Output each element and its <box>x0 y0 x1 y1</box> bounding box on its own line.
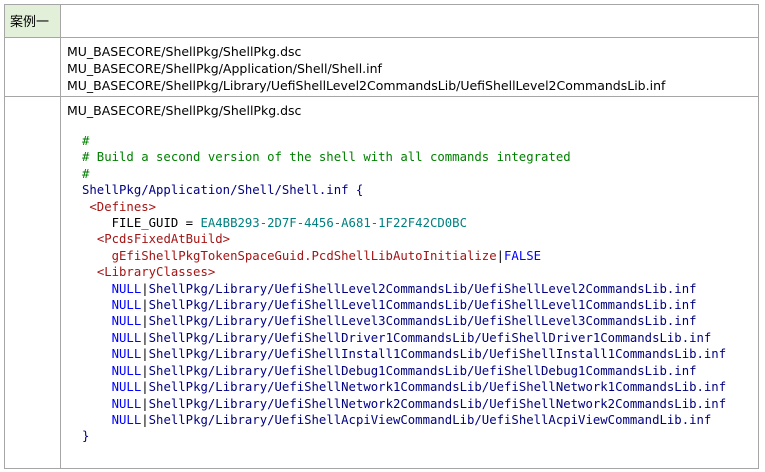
code-lib-path: ShellPkg/Library/UefiShellLevel3Commands… <box>148 314 697 329</box>
code-lib-path: ShellPkg/Library/UefiShellLevel2Commands… <box>148 281 697 296</box>
file-path: MU_BASECORE/ShellPkg/Application/Shell/S… <box>67 61 382 76</box>
code-row: MU_BASECORE/ShellPkg/ShellPkg.dsc # # Bu… <box>5 97 758 468</box>
code-label-cell <box>5 97 61 468</box>
code-lib-prefix: NULL <box>111 396 142 411</box>
files-row: MU_BASECORE/ShellPkg/ShellPkg.dsc MU_BAS… <box>5 38 758 97</box>
code-comment: # <box>82 166 90 181</box>
code-lib-prefix: NULL <box>111 380 142 395</box>
code-block: # # Build a second version of the shell … <box>82 134 727 444</box>
code-lib-prefix: NULL <box>111 412 142 427</box>
file-path: MU_BASECORE/ShellPkg/ShellPkg.dsc <box>67 44 302 59</box>
code-comment: # Build a second version of the shell wi… <box>82 150 571 165</box>
content-table: 案例一 MU_BASECORE/ShellPkg/ShellPkg.dsc MU… <box>4 4 759 469</box>
code-pcd-value: FALSE <box>504 248 542 263</box>
code-lib-path: ShellPkg/Library/UefiShellNetwork1Comman… <box>148 380 727 395</box>
file-path: MU_BASECORE/ShellPkg/Library/UefiShellLe… <box>67 78 666 93</box>
code-close-brace: } <box>82 429 90 444</box>
code-lib-prefix: NULL <box>111 281 142 296</box>
files-cell: MU_BASECORE/ShellPkg/ShellPkg.dsc MU_BAS… <box>61 38 758 96</box>
code-file-guid-value: EA4BB293-2D7F-4456-A681-1F22F42CD0BC <box>200 216 467 231</box>
code-cell: MU_BASECORE/ShellPkg/ShellPkg.dsc # # Bu… <box>61 97 758 468</box>
code-pcd-name: gEfiShellPkgTokenSpaceGuid.PcdShellLibAu… <box>111 248 497 263</box>
code-comment: # <box>82 134 90 148</box>
header-label-cell: 案例一 <box>5 5 61 37</box>
code-lib-path: ShellPkg/Library/UefiShellLevel1Commands… <box>148 298 697 313</box>
header-empty-cell <box>61 5 758 37</box>
code-lib-path: ShellPkg/Library/UefiShellNetwork2Comman… <box>148 396 727 411</box>
code-lib-path: ShellPkg/Library/UefiShellInstall1Comman… <box>148 347 727 362</box>
code-file-guid-key: FILE_GUID = <box>111 216 201 231</box>
code-lib-prefix: NULL <box>111 314 142 329</box>
code-lib-prefix: NULL <box>111 347 142 362</box>
code-libclasses-section: <LibraryClasses> <box>96 265 216 280</box>
code-pcds-section: <PcdsFixedAtBuild> <box>96 232 231 247</box>
code-lib-prefix: NULL <box>111 298 142 313</box>
case-label: 案例一 <box>10 15 50 30</box>
code-lib-path: ShellPkg/Library/UefiShellDriver1Command… <box>148 330 712 345</box>
code-defines-section: <Defines> <box>89 199 157 214</box>
code-lib-prefix: NULL <box>111 330 142 345</box>
code-file-path: MU_BASECORE/ShellPkg/ShellPkg.dsc <box>67 103 302 118</box>
code-pcd-sep: | <box>496 248 505 263</box>
code-inf-line: ShellPkg/Application/Shell/Shell.inf { <box>82 183 364 198</box>
code-lib-prefix: NULL <box>111 363 142 378</box>
code-lib-path: ShellPkg/Library/UefiShellAcpiViewComman… <box>148 412 712 427</box>
files-label-cell <box>5 38 61 96</box>
table-header-row: 案例一 <box>5 5 758 38</box>
code-lib-path: ShellPkg/Library/UefiShellDebug1Commands… <box>148 363 697 378</box>
